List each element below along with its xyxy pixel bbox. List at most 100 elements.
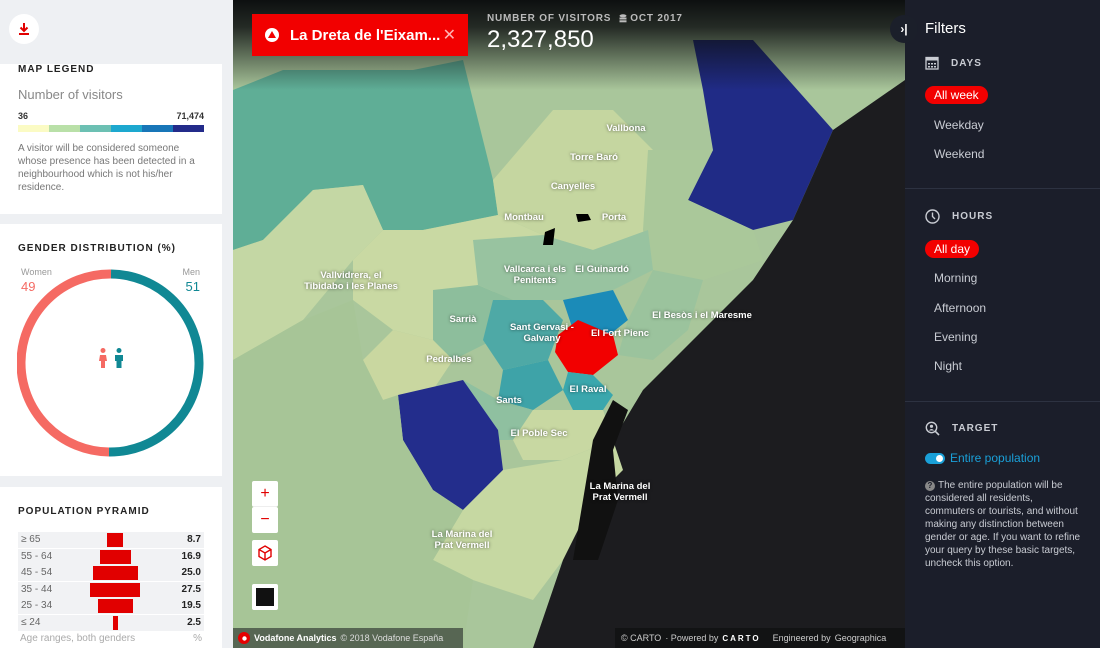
map-district-label[interactable]: Torre Baró bbox=[570, 152, 618, 163]
pyramid-value: 16.9 bbox=[181, 550, 201, 562]
pyramid-value: 27.5 bbox=[181, 583, 201, 595]
filter-option-night[interactable]: Night bbox=[934, 359, 962, 373]
filter-option-afternoon[interactable]: Afternoon bbox=[934, 301, 986, 315]
map-district-label[interactable]: El Poble Sec bbox=[510, 428, 567, 439]
collapse-filters-button[interactable]: ›| bbox=[890, 15, 918, 43]
pyramid-bar bbox=[97, 599, 133, 613]
zoom-out-button[interactable]: − bbox=[252, 507, 278, 533]
pyramid-bar bbox=[112, 615, 118, 630]
target-header-label: TARGET bbox=[952, 423, 999, 434]
map-district-label[interactable]: Sarrià bbox=[450, 314, 477, 325]
carto-copyright[interactable]: © CARTO bbox=[621, 633, 661, 643]
map-canvas[interactable]: Vallbona Torre Baró Canyelles Montbau Porta V… bbox=[233, 0, 905, 648]
carto-attribution: © CARTO · Powered by CARTO Engineered by… bbox=[615, 628, 905, 648]
pyramid-age-label: ≤ 24 bbox=[21, 616, 41, 628]
map-district-label[interactable]: El Fort Pienc bbox=[591, 328, 649, 339]
map-district-label[interactable]: El Besòs i el Maresme bbox=[652, 310, 752, 321]
map-district-label[interactable]: Vallvidrera, el Tibidabo i les Planes bbox=[304, 270, 398, 292]
gender-donut-chart bbox=[17, 269, 204, 457]
map-district-label[interactable]: Porta bbox=[602, 212, 626, 223]
legend-color-step bbox=[142, 125, 173, 132]
population-pyramid-card: POPULATION PYRAMID ≥ 65 8.7 55 - 64 16.9 45 … bbox=[0, 487, 222, 648]
selected-region-name: La Dreta de l'Eixam... bbox=[290, 26, 441, 44]
database-icon bbox=[619, 14, 627, 23]
map-district-label[interactable]: Pedralbes bbox=[426, 354, 471, 365]
days-header: DAYS bbox=[925, 56, 982, 70]
map-district-label[interactable]: La Marina del Prat Vermell bbox=[590, 481, 651, 503]
visitors-summary: NUMBER OF VISITORS OCT 2017 2,327,850 bbox=[487, 13, 683, 54]
visitors-label: NUMBER OF VISITORS bbox=[487, 13, 612, 24]
map-district-label[interactable]: Canyelles bbox=[551, 181, 595, 192]
filters-title: Filters bbox=[925, 20, 966, 37]
pyramid-value: 25.0 bbox=[181, 567, 201, 578]
pyramid-row: ≥ 65 8.7 bbox=[18, 532, 204, 548]
map-district-label[interactable]: El Raval bbox=[570, 384, 607, 395]
map-district-label[interactable]: Sants bbox=[496, 395, 522, 406]
map-district-label[interactable]: Montbau bbox=[504, 212, 544, 223]
geographica-link[interactable]: Geographica bbox=[835, 633, 887, 643]
cube-icon bbox=[258, 545, 272, 561]
pyramid-bar bbox=[92, 566, 138, 580]
zoom-in-button[interactable]: + bbox=[252, 481, 278, 507]
pyramid-rows: ≥ 65 8.7 55 - 64 16.9 45 - 54 25.0 35 - 44 27.5… bbox=[18, 532, 204, 631]
map-district-label[interactable]: Sant Gervasi - Galvany bbox=[510, 322, 574, 344]
legend-min: 36 bbox=[18, 111, 29, 121]
legend-note: A visitor will be considered someone who… bbox=[18, 143, 195, 193]
hours-header-label: HOURS bbox=[952, 211, 994, 222]
pyramid-row: ≤ 24 2.5 bbox=[18, 614, 204, 631]
powered-by-label: · Powered by bbox=[665, 633, 719, 643]
pyramid-footer: Age ranges, both genders % bbox=[20, 633, 202, 644]
globe-icon bbox=[265, 28, 279, 42]
map-district-label[interactable]: El Guinardó bbox=[575, 264, 629, 275]
pyramid-footer-label: Age ranges, both genders bbox=[20, 633, 136, 644]
pyramid-row: 55 - 64 16.9 bbox=[18, 548, 204, 565]
selected-region-chip[interactable]: La Dreta de l'Eixam... ✕ bbox=[252, 14, 468, 56]
visitors-count: 2,327,850 bbox=[487, 26, 594, 53]
women-value: 49 bbox=[21, 279, 36, 294]
pyramid-age-label: ≥ 65 bbox=[21, 534, 41, 545]
filter-option-evening[interactable]: Evening bbox=[934, 330, 977, 344]
vodafone-copyright: © 2018 Vodafone España bbox=[340, 633, 444, 643]
entire-population-label: Entire population bbox=[950, 451, 1041, 465]
pyramid-bar bbox=[99, 549, 131, 564]
engineered-by-label: Engineered by bbox=[772, 633, 831, 643]
close-icon[interactable]: ✕ bbox=[443, 25, 456, 45]
women-arc bbox=[17, 269, 112, 457]
legend-color-step bbox=[111, 125, 142, 132]
filter-option-morning[interactable]: Morning bbox=[934, 271, 977, 285]
help-icon: ? bbox=[925, 481, 935, 491]
search-person-icon bbox=[925, 421, 940, 436]
legend-color-step bbox=[49, 125, 80, 132]
legend-title: MAP LEGEND bbox=[18, 64, 95, 75]
pyramid-title: POPULATION PYRAMID bbox=[18, 506, 150, 517]
map-district-label[interactable]: Vallbona bbox=[606, 123, 645, 134]
map-district-label[interactable]: La Marina del Prat Vermell bbox=[432, 529, 493, 551]
3d-view-button[interactable] bbox=[252, 540, 278, 566]
pyramid-bar bbox=[107, 533, 123, 547]
target-note: ? The entire population will be considere… bbox=[925, 479, 1085, 570]
period-label: OCT 2017 bbox=[630, 13, 683, 24]
pyramid-value: 8.7 bbox=[187, 534, 201, 545]
entire-population-toggle[interactable]: Entire population bbox=[925, 451, 1040, 465]
filter-option-weekend[interactable]: Weekend bbox=[934, 147, 984, 161]
men-arc bbox=[108, 269, 204, 457]
pyramid-footer-unit: % bbox=[193, 633, 202, 644]
filter-option-weekday[interactable]: Weekday bbox=[934, 118, 984, 132]
target-header: TARGET bbox=[925, 421, 998, 436]
map-district-label[interactable]: Vallcarca i els Penitents bbox=[504, 264, 566, 286]
pyramid-row: 25 - 34 19.5 bbox=[18, 598, 204, 614]
hours-header: HOURS bbox=[925, 209, 993, 224]
toggle-switch[interactable] bbox=[925, 452, 945, 464]
gender-title: GENDER DISTRIBUTION (%) bbox=[18, 243, 176, 254]
legend-color-step bbox=[18, 125, 49, 132]
target-note-text: The entire population will be considered… bbox=[925, 480, 1081, 569]
pyramid-age-label: 35 - 44 bbox=[21, 583, 53, 595]
filter-option-all-week[interactable]: All week bbox=[925, 86, 988, 104]
carto-logo[interactable]: CARTO bbox=[722, 634, 760, 643]
basemap-toggle-button[interactable] bbox=[252, 584, 278, 610]
pyramid-age-label: 55 - 64 bbox=[21, 550, 53, 562]
vodafone-logo-icon bbox=[238, 632, 250, 644]
download-button[interactable] bbox=[9, 14, 39, 44]
filter-option-all-day[interactable]: All day bbox=[925, 240, 980, 258]
legend-color-scale bbox=[18, 125, 204, 132]
